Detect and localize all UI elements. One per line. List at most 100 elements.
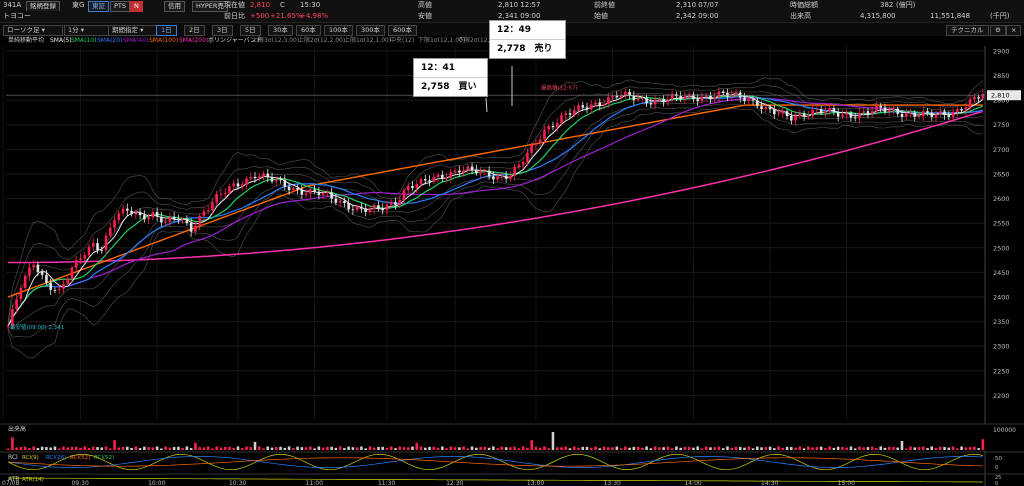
tab-30[interactable]: 30本 [268,25,293,36]
volume-bar [828,446,831,450]
volume-bar [334,447,338,450]
candle-body [717,91,721,98]
bollinger-band-line [7,104,983,338]
volume-bar [211,448,214,450]
volume-bar [83,446,87,450]
chart-type-select[interactable]: ローソク足 ▾ [3,25,63,36]
candle-body [496,176,499,180]
volume-bar [747,446,751,450]
tab-2d[interactable]: 2日 [184,25,205,36]
candle-body [253,176,257,178]
candle-body [913,112,917,117]
volume-bar [802,448,806,450]
candle-body [270,177,274,182]
candle-body [513,167,516,176]
tab-3d[interactable]: 3日 [212,25,233,36]
candle-body [824,111,827,113]
tab-1d[interactable]: 1日 [156,25,177,36]
candle-body [304,193,308,195]
prev-diff-value: +500 [250,12,270,20]
time-tick-label: 13:00 [527,480,544,486]
candle-body [15,299,18,310]
volume-bar [883,447,887,450]
candle-body [879,105,882,108]
volume-bar [785,446,789,450]
candle-body [432,177,436,182]
candle-body [334,198,338,203]
settings-icon[interactable]: ⚙ [990,25,1006,36]
hyper-sell-button[interactable]: HYPER売 [192,1,228,12]
current-price-marker: 2,810 [6,90,1021,101]
volume-bar [245,446,248,450]
bollinger-band-line [7,77,984,322]
candle-body [138,212,142,216]
close-icon[interactable]: × [1006,25,1022,36]
candle-body [802,113,806,117]
price-chart[interactable]: 2200 2250 2300 2350 2400 2450 2500 2550 2600 2650… [0,46,1024,486]
interval-select[interactable]: 1分 ▾ [64,25,110,36]
volume-bar [117,447,121,450]
volume-bar [436,447,440,450]
volume-bar [887,446,891,450]
volume-bar [892,446,895,450]
news-button[interactable]: N [130,1,143,12]
volume-bar [372,447,376,450]
volume-bar [815,447,819,450]
candle-body [577,105,580,110]
volume-bar [683,446,687,450]
volume-bar [198,447,201,450]
candle-body [666,99,670,103]
volume-bar [11,437,14,450]
current-price-time: 15:30 [300,1,321,9]
volume-bar [134,446,138,450]
candle-body [109,227,112,236]
volume-bar [734,446,738,450]
candle-body [351,209,355,211]
volume-bar [845,447,848,450]
candle-body [538,139,542,144]
candle-body [956,109,959,113]
volume-bar [811,447,814,450]
volume-bar [862,447,865,450]
volume-bar [449,446,453,450]
volume-bar [900,441,904,450]
candle-body [100,249,104,251]
volume-bar [913,447,917,450]
candle-body [79,258,82,260]
volume-bar [577,447,580,450]
buy-callout: 12：41 2,758 買い [413,58,488,97]
technical-button[interactable]: テクニカル [946,25,989,36]
volume-bar [15,447,18,450]
candle-body [922,111,925,116]
candle-body [326,192,329,194]
credit-button[interactable]: 信用 [164,1,185,12]
volume-bar [40,446,44,450]
volume-bar [96,447,99,450]
tab-600[interactable]: 600本 [388,25,417,36]
candle-body [283,179,287,187]
pts-button[interactable]: PTS [110,1,131,12]
candle-body [875,105,878,112]
sor-button[interactable]: 東証 [88,1,109,12]
period-select[interactable]: 期間指定 ▾ [108,25,158,36]
tab-60[interactable]: 60本 [296,25,321,36]
tab-300[interactable]: 300本 [356,25,385,36]
price-tick-label: 2500 [993,244,1010,252]
candle-body [232,183,236,187]
volume-bar [939,446,942,450]
volume-bar [607,447,610,450]
volume-bar [628,447,631,450]
volume-bar [487,447,491,450]
tab-100[interactable]: 100本 [324,25,353,36]
tab-5d[interactable]: 5日 [240,25,261,36]
candle-body [943,111,946,116]
candle-body [436,174,440,178]
rci-legend-item: RCI(52) [94,455,114,461]
candle-body [632,95,636,101]
volume-bar [568,448,572,450]
volume-bar [492,446,495,450]
candle-body [330,192,333,199]
volume-bar [126,446,129,450]
candle-body [117,213,121,220]
candle-body [347,203,350,210]
